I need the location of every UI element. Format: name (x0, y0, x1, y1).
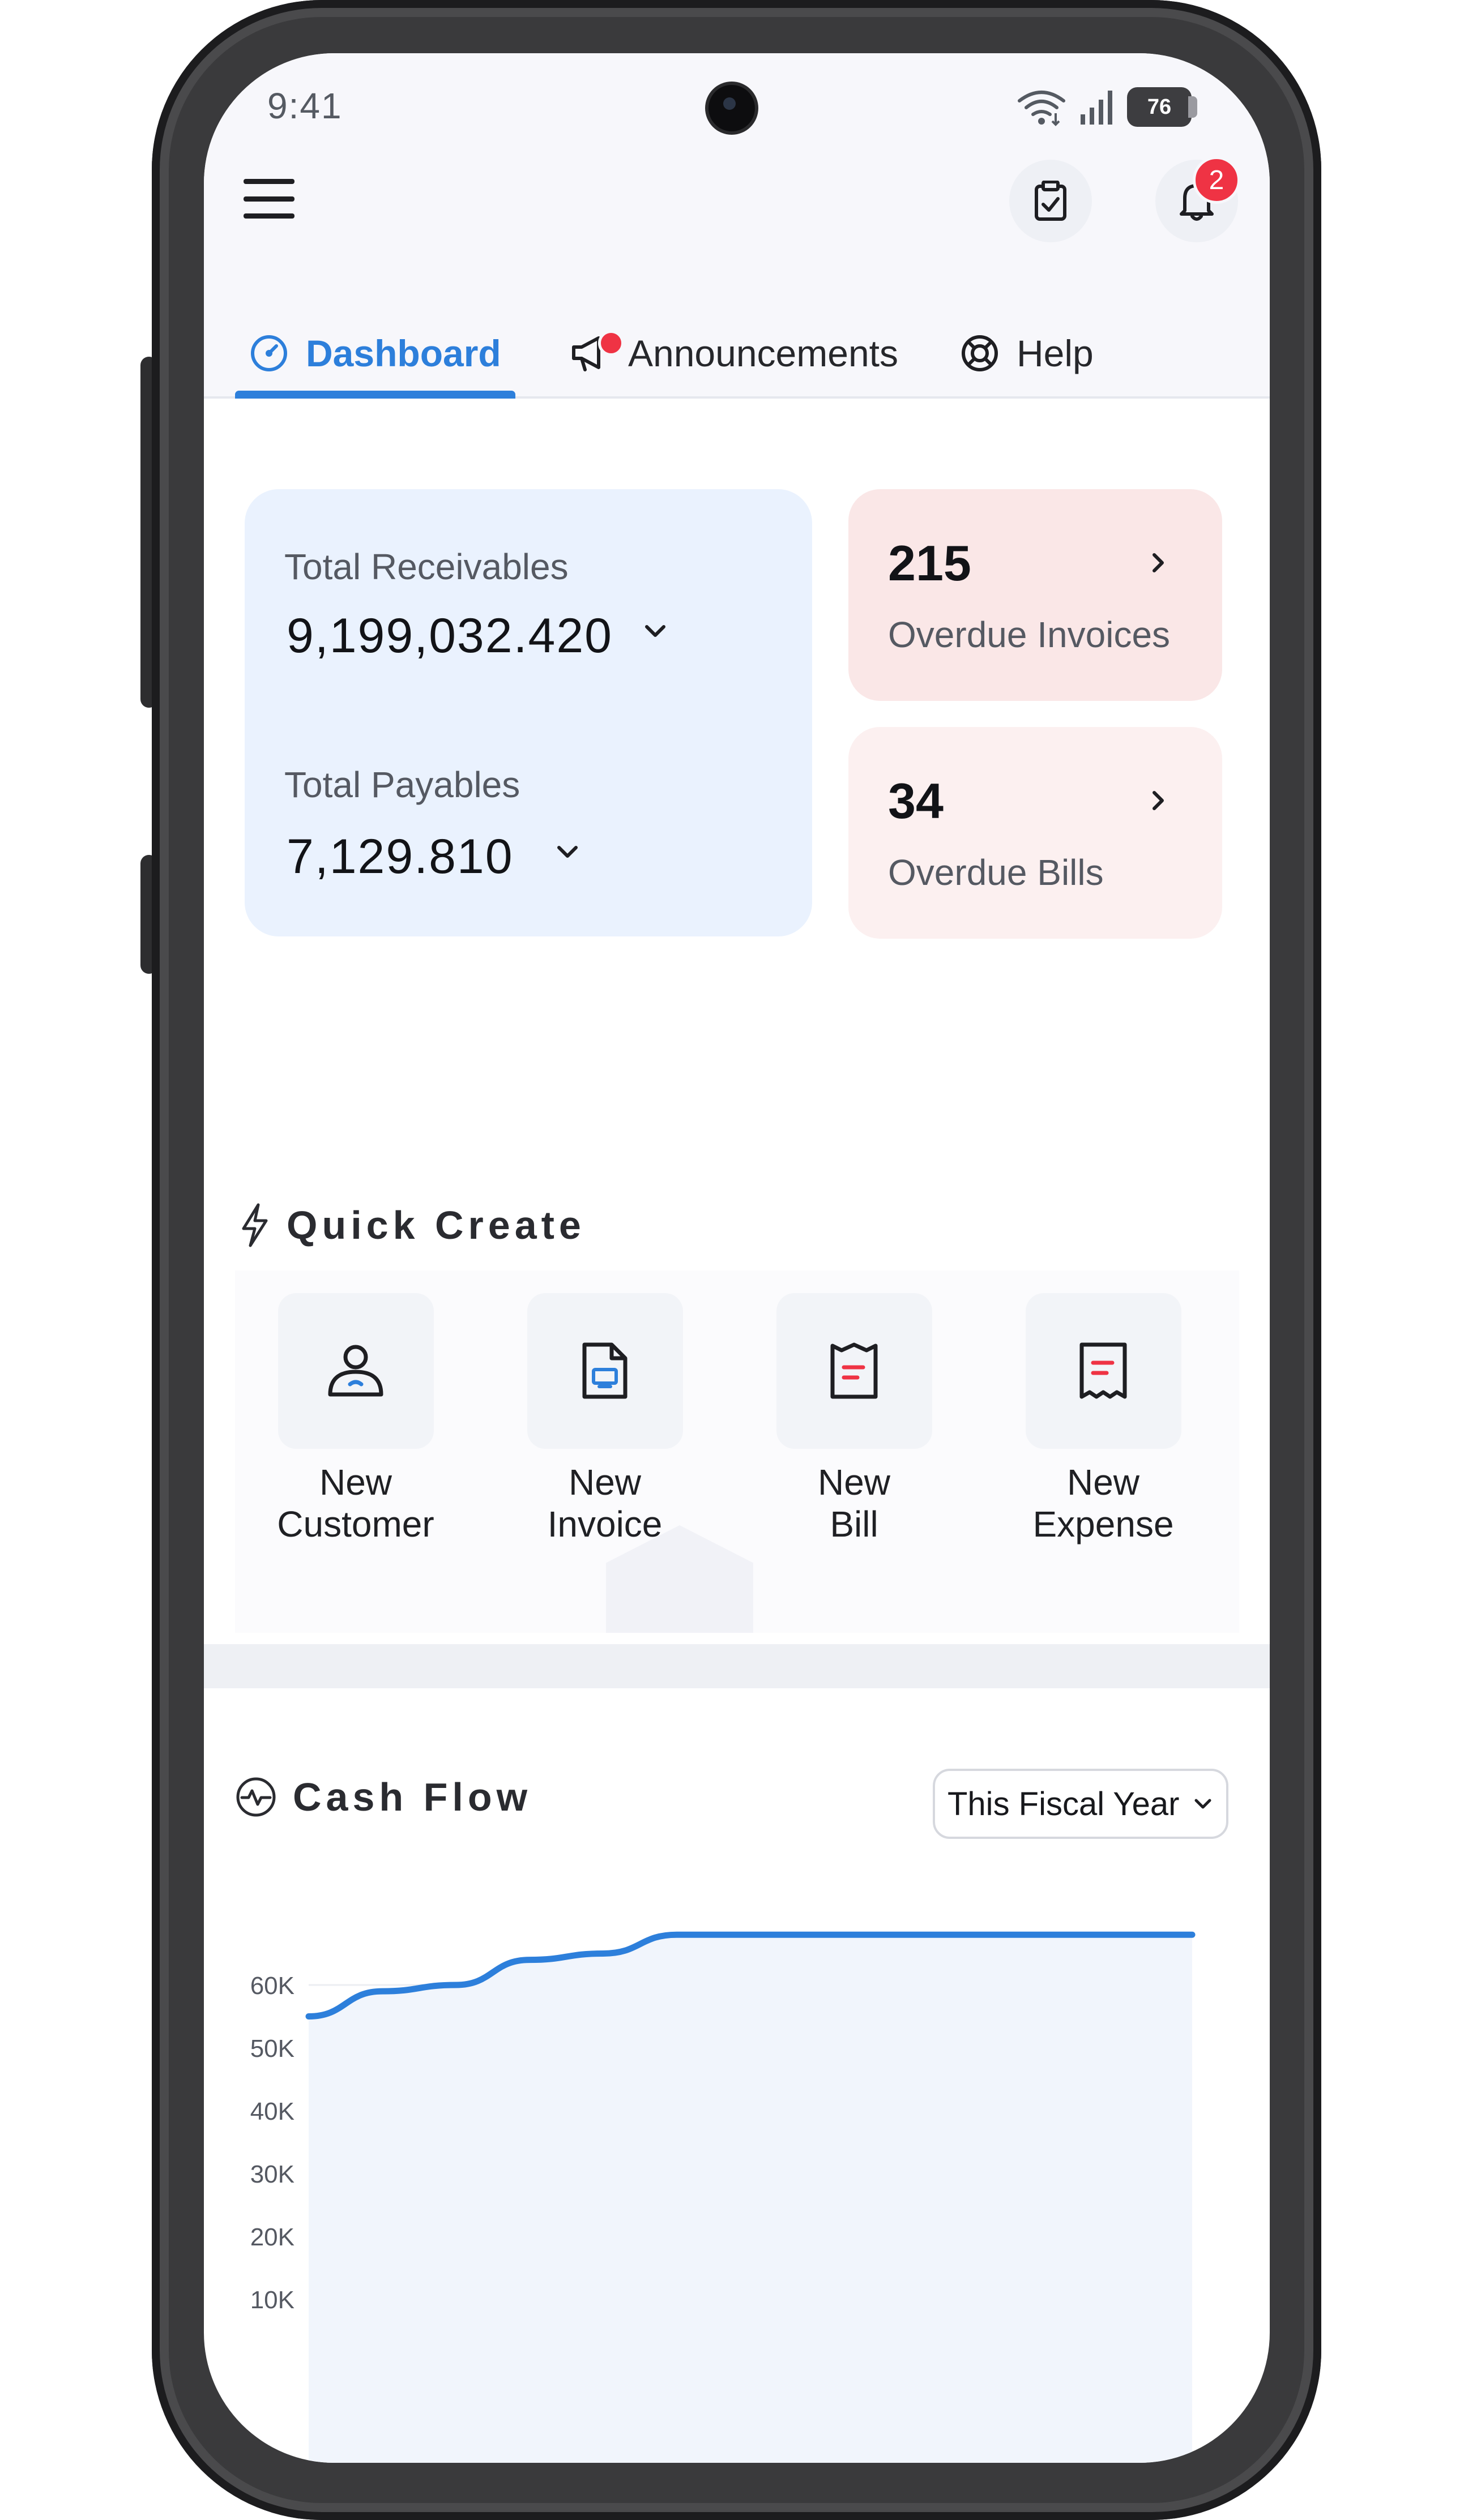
label-line: New (568, 1462, 642, 1503)
period-select-value: This Fiscal Year (947, 1785, 1180, 1822)
lifebuoy-icon (962, 335, 998, 371)
lightning-icon (242, 1203, 268, 1247)
tab-dashboard-label: Dashboard (306, 332, 501, 374)
overdue-bills-count: 34 (888, 773, 944, 829)
chevron-right-icon (1153, 553, 1164, 572)
invoice-icon (582, 1342, 628, 1398)
clipboard-check-icon (1035, 181, 1066, 221)
pulse-icon (236, 1777, 276, 1817)
cash-flow-heading: Cash Flow (235, 1774, 532, 1820)
label-line: Customer (277, 1504, 434, 1544)
new-customer-label: New Customer (248, 1461, 463, 1545)
cash-flow-area (309, 1935, 1192, 2463)
customer-icon (328, 1345, 383, 1396)
quick-create-title: Quick Create (287, 1203, 586, 1247)
label-line: New (817, 1462, 891, 1503)
section-divider (204, 1644, 1270, 1688)
new-bill-label: New Bill (746, 1461, 962, 1545)
customer-icon-tile (278, 1293, 434, 1449)
signal-icon (1081, 91, 1112, 125)
y-tick-label: 30K (250, 2160, 294, 2188)
cash-flow-title: Cash Flow (293, 1775, 532, 1819)
menu-button[interactable] (244, 179, 294, 219)
period-select[interactable]: This Fiscal Year (933, 1769, 1228, 1839)
notification-badge: 2 (1193, 156, 1240, 204)
tab-help[interactable]: Help (960, 308, 1094, 399)
overdue-bills-label: Overdue Bills (888, 852, 1104, 893)
label-line: New (1066, 1462, 1140, 1503)
y-tick-label: 20K (250, 2223, 294, 2251)
new-invoice-button[interactable]: New Invoice (497, 1293, 712, 1545)
quick-create-heading: Quick Create (239, 1203, 586, 1248)
notifications-button[interactable]: 2 (1155, 156, 1240, 242)
app-screen: 9:41 76 2 Dashboard Announcements Help T… (204, 53, 1270, 2463)
label-line: New (319, 1462, 392, 1503)
chevron-down-icon (1194, 1799, 1211, 1809)
y-tick-label: 60K (250, 1972, 294, 2000)
new-expense-button[interactable]: New Expense (996, 1293, 1211, 1545)
camera-cutout (708, 85, 755, 131)
unread-dot (598, 330, 624, 356)
receivables-label: Total Receivables (284, 546, 569, 587)
receivables-payables-card: Total Receivables 9,199,032.420 Total Pa… (245, 489, 812, 936)
active-tab-indicator (235, 391, 515, 399)
bill-icon (830, 1342, 878, 1398)
wifi-icon (1018, 91, 1065, 126)
y-tick-label: 40K (250, 2098, 294, 2125)
new-invoice-label: New Invoice (497, 1461, 712, 1545)
overdue-invoices-label: Overdue Invoices (888, 614, 1171, 655)
status-icons: 76 (1016, 87, 1197, 127)
label-line: Bill (830, 1504, 878, 1544)
overdue-bills-card[interactable]: 34 Overdue Bills (848, 727, 1222, 939)
tab-announcements[interactable]: Announcements (569, 308, 898, 399)
cash-flow-chart: 60K 50K 40K 30K 20K 10K (250, 1931, 1196, 2463)
new-customer-button[interactable]: New Customer (248, 1293, 463, 1545)
tasks-button[interactable] (1009, 160, 1092, 242)
tab-bar: Dashboard Announcements Help (204, 308, 1270, 399)
label-line: Expense (1032, 1504, 1174, 1544)
menu-line-icon (244, 213, 294, 219)
invoice-icon-tile (527, 1293, 683, 1449)
label-line: Invoice (547, 1504, 663, 1544)
status-time: 9:41 (267, 85, 343, 126)
new-expense-label: New Expense (996, 1461, 1211, 1545)
battery-indicator: 76 (1127, 87, 1197, 127)
new-bill-button[interactable]: New Bill (746, 1293, 962, 1545)
chevron-right-icon (1153, 791, 1164, 810)
overdue-invoices-card[interactable]: 215 Overdue Invoices (848, 489, 1222, 701)
y-tick-label: 50K (250, 2035, 294, 2063)
chevron-down-icon[interactable] (641, 617, 669, 645)
tab-announcements-label: Announcements (628, 332, 898, 374)
tab-dashboard[interactable]: Dashboard (249, 308, 501, 399)
payables-label: Total Payables (284, 764, 520, 805)
chevron-down-icon[interactable] (553, 837, 582, 866)
payables-value: 7,129.810 (287, 829, 514, 884)
megaphone-icon-wrap (569, 330, 624, 373)
overdue-invoices-count: 215 (888, 535, 971, 591)
receivables-value: 9,199,032.420 (287, 609, 613, 663)
expense-icon-tile (1025, 1293, 1181, 1449)
y-tick-label: 10K (250, 2286, 294, 2314)
gauge-icon (251, 335, 287, 371)
tab-help-label: Help (1017, 332, 1094, 374)
menu-line-icon (244, 196, 294, 202)
expense-icon (1079, 1342, 1127, 1398)
bill-icon-tile (776, 1293, 932, 1449)
menu-line-icon (244, 179, 294, 184)
